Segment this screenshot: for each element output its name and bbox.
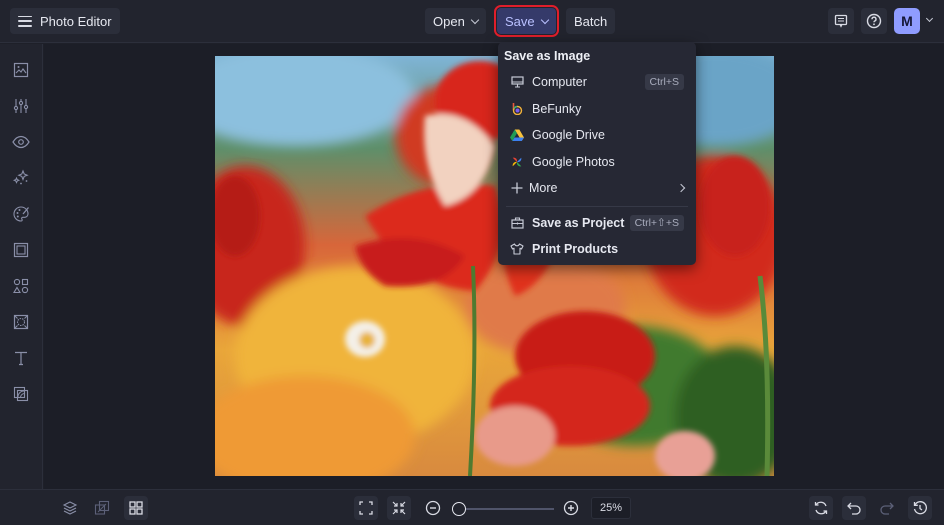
zoom-slider-thumb[interactable] (452, 502, 466, 516)
feedback-button[interactable] (828, 8, 854, 34)
sidebar-item-artsy[interactable] (10, 203, 32, 225)
comment-icon (834, 14, 848, 28)
monitor-icon (510, 75, 524, 89)
befunky-logo-icon (510, 102, 524, 116)
menu-item-label: Print Products (532, 242, 619, 257)
sidebar-item-textures[interactable] (10, 383, 32, 405)
tshirt-icon (510, 242, 524, 256)
open-button-label: Open (433, 13, 465, 29)
minus-circle-icon (425, 500, 441, 516)
sidebar-item-overlays[interactable] (10, 311, 32, 333)
save-button-label: Save (505, 13, 535, 29)
compare-icon (94, 500, 110, 515)
save-as-project-item[interactable]: Save as Project Ctrl+⇧+S (498, 210, 696, 237)
chevron-right-icon (676, 184, 686, 193)
sidebar-item-graphics[interactable] (10, 275, 32, 297)
help-icon (866, 13, 882, 29)
app-title: Photo Editor (40, 13, 112, 29)
sliders-icon (13, 99, 29, 113)
text-icon (15, 351, 27, 366)
zoom-percent-value: 25% (599, 502, 623, 514)
account-chevron-down-icon[interactable] (925, 14, 934, 23)
image-icon (13, 62, 29, 78)
shapes-icon (13, 278, 29, 294)
shortcut-badge: Ctrl+⇧+S (629, 214, 684, 231)
help-button[interactable] (861, 8, 887, 34)
undo-icon (847, 502, 861, 515)
plus-icon (510, 181, 524, 195)
textures-icon (13, 386, 29, 402)
sidebar-item-touch-up[interactable] (10, 131, 32, 153)
chevron-down-icon (540, 15, 549, 24)
briefcase-icon (510, 216, 524, 230)
zoom-out-button[interactable] (421, 496, 445, 520)
hamburger-menu-icon (18, 15, 32, 27)
layers-button[interactable] (58, 496, 82, 520)
undo-button[interactable] (842, 496, 866, 520)
zoom-slider-track[interactable] (458, 508, 554, 510)
save-to-google-drive-item[interactable]: Google Drive (498, 122, 696, 149)
user-avatar[interactable]: M (894, 8, 920, 34)
bottom-toolbar: 25% (0, 489, 944, 525)
sidebar-item-frames[interactable] (10, 239, 32, 261)
sparkles-icon (12, 169, 29, 185)
compare-button[interactable] (90, 496, 114, 520)
menu-item-label: Save as Project (532, 215, 625, 230)
batch-button[interactable]: Batch (566, 8, 616, 34)
print-products-item[interactable]: Print Products (498, 236, 696, 263)
fit-to-screen-button[interactable] (354, 496, 378, 520)
zoom-percent-field[interactable]: 25% (591, 497, 631, 519)
chevron-down-icon (470, 15, 480, 24)
shortcut-badge: Ctrl+S (644, 74, 684, 91)
save-to-befunky-item[interactable]: BeFunky (498, 96, 696, 123)
google-photos-icon (510, 155, 524, 169)
tool-sidebar (0, 44, 43, 489)
history-icon (913, 501, 927, 515)
actual-size-button[interactable] (387, 496, 411, 520)
eye-icon (12, 135, 30, 149)
sidebar-item-edit[interactable] (10, 95, 32, 117)
history-button[interactable] (908, 496, 932, 520)
collapse-arrows-icon (392, 501, 406, 515)
main-menu-button[interactable]: Photo Editor (10, 8, 120, 34)
save-to-google-photos-item[interactable]: Google Photos (498, 149, 696, 176)
layers-icon (62, 501, 78, 515)
plus-circle-icon (563, 500, 579, 516)
grid-view-button[interactable] (124, 496, 148, 520)
menu-item-label: Computer (532, 75, 587, 90)
expand-corners-icon (359, 501, 373, 515)
grid-icon (129, 501, 143, 515)
overlay-icon (13, 314, 29, 330)
sidebar-item-effects[interactable] (10, 167, 32, 189)
palette-icon (13, 206, 29, 222)
menu-item-label: More (529, 181, 558, 196)
more-save-options-item[interactable]: More (498, 175, 696, 202)
google-drive-icon (510, 128, 524, 142)
save-as-image-header: Save as Image (504, 49, 591, 63)
redo-button[interactable] (875, 496, 899, 520)
menu-item-label: BeFunky (532, 101, 582, 116)
redo-icon (880, 502, 894, 515)
frame-icon (13, 242, 29, 258)
reset-button[interactable] (809, 496, 833, 520)
refresh-icon (814, 501, 828, 515)
save-to-computer-item[interactable]: Computer Ctrl+S (498, 69, 696, 96)
batch-button-label: Batch (574, 13, 608, 29)
avatar-initial: M (901, 13, 913, 29)
open-button[interactable]: Open (425, 8, 486, 34)
sidebar-item-text[interactable] (10, 347, 32, 369)
menu-item-label: Google Drive (532, 128, 605, 143)
menu-item-label: Google Photos (532, 154, 615, 169)
menu-divider (506, 205, 688, 207)
sidebar-item-image[interactable] (10, 59, 32, 81)
save-button[interactable]: Save (494, 5, 559, 37)
zoom-in-button[interactable] (559, 496, 583, 520)
top-bar: Photo Editor Open Save Batch M (0, 0, 944, 43)
save-dropdown-menu: Save as Image Computer Ctrl+S BeFunky Go… (498, 42, 696, 265)
